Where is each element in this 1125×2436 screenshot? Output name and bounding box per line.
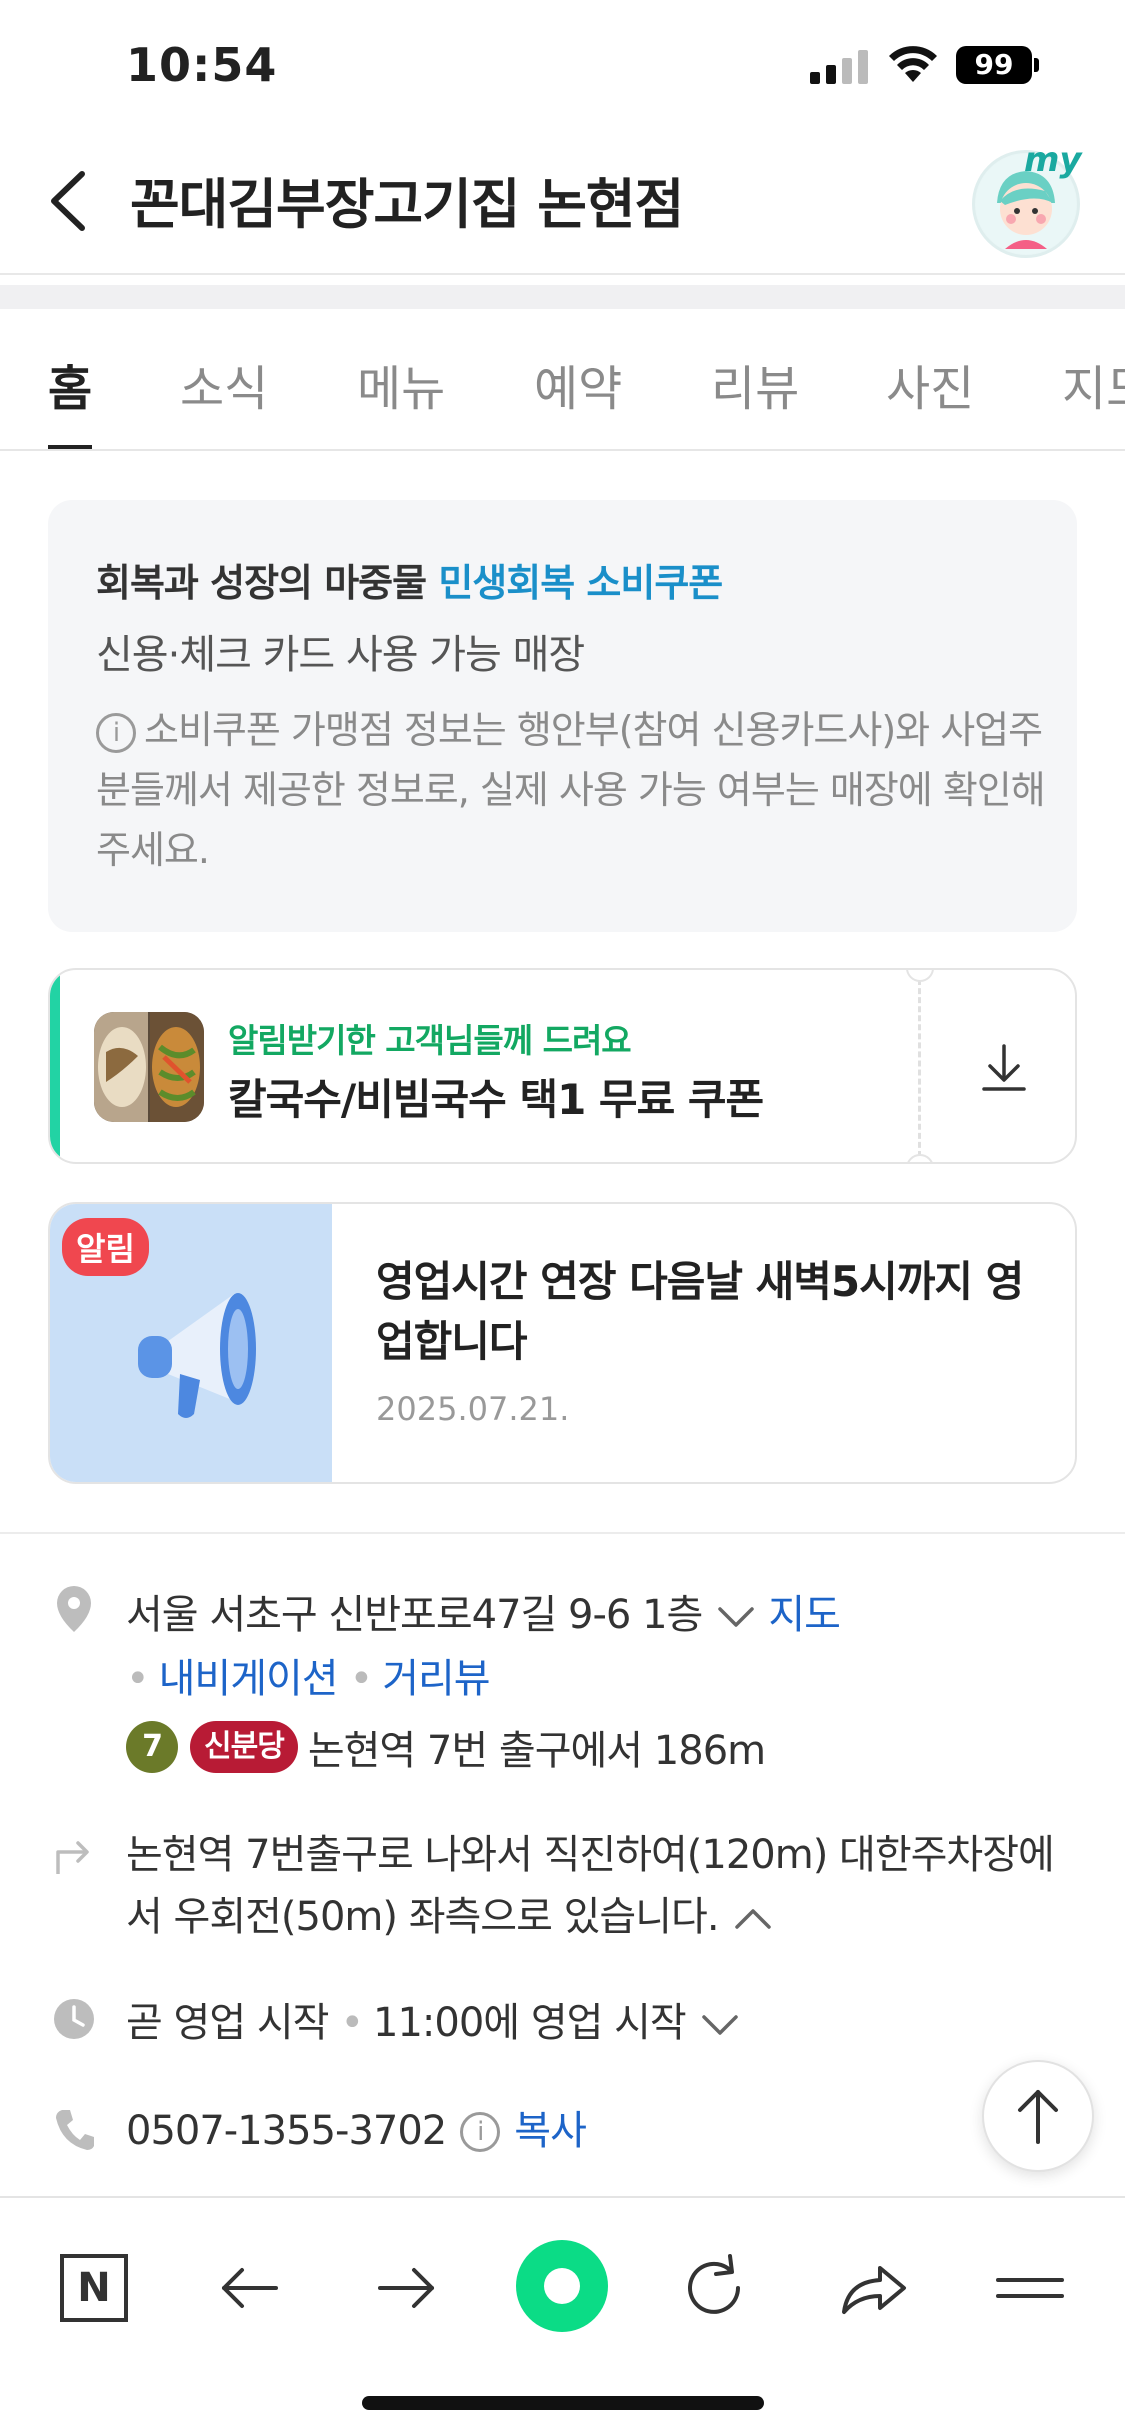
subway-info: 7 신분당 논현역 7번 출구에서 186m xyxy=(126,1718,766,1774)
subway-line-sinbundang-badge: 신분당 xyxy=(190,1721,298,1773)
header: 꼰대김부장고기집 논현점 my xyxy=(0,130,1125,275)
address-row: 서울 서초구 신반포로47길 9-6 1층 지도 xyxy=(126,1582,841,1640)
coupon-info-subtitle: 신용·체크 카드 사용 가능 매장 xyxy=(96,632,585,678)
info-icon: i xyxy=(96,713,136,753)
arrow-up-icon xyxy=(1018,2090,1058,2144)
ticket-notch-bottom xyxy=(906,1154,934,1162)
info-icon[interactable]: i xyxy=(460,2112,501,2152)
consumption-coupon-info-card: 회복과 성장의 마중물 민생회복 소비쿠폰 신용·체크 카드 사용 가능 매장 … xyxy=(48,500,1077,932)
back-arrow-icon[interactable] xyxy=(44,166,94,236)
subway-distance-text: 논현역 7번 출구에서 186m xyxy=(307,1728,766,1774)
coupon-subtitle: 알림받기한 고객님들께 드려요 xyxy=(228,1021,632,1060)
active-tab-indicator xyxy=(48,445,92,449)
tab-news[interactable]: 소식 xyxy=(180,349,268,419)
section-gap xyxy=(0,285,1125,309)
tab-bar: 홈 소식 메뉴 예약 리뷰 사진 지도 xyxy=(0,309,1125,451)
clock-icon xyxy=(54,1999,94,2039)
hours-detail: 11:00에 영업 시작 xyxy=(373,2000,687,2046)
forward-icon[interactable] xyxy=(366,2248,446,2328)
map-link[interactable]: 지도 xyxy=(768,1592,841,1638)
my-label: my xyxy=(1024,140,1082,180)
green-dot-button[interactable] xyxy=(516,2240,608,2332)
phone-number[interactable]: 0507-1355-3702 xyxy=(126,2108,447,2154)
copy-phone-button[interactable]: 복사 xyxy=(514,2108,587,2154)
directions-text: 논현역 7번출구로 나와서 직진하여(120m) 대한주차장에서 우회전(50m… xyxy=(126,1832,1055,1940)
street-view-link[interactable]: 거리뷰 xyxy=(382,1656,490,1702)
battery-icon: 99 xyxy=(956,46,1040,84)
naver-home-button[interactable]: N xyxy=(54,2248,134,2328)
coupon-title: 칼국수/비빔국수 택1 무료 쿠폰 xyxy=(228,1075,764,1124)
notice-card[interactable]: 알림 영업시간 연장 다음날 새벽5시까지 영업합니다 2025.07.21. xyxy=(48,1202,1077,1484)
coupon-info-headline: 회복과 성장의 마중물 민생회복 소비쿠폰 xyxy=(96,552,723,607)
cellular-signal-icon xyxy=(810,50,868,84)
refresh-icon[interactable] xyxy=(676,2248,756,2328)
directions-turn-icon xyxy=(56,1841,89,1874)
tab-map[interactable]: 지도 xyxy=(1062,349,1125,419)
notice-date: 2025.07.21. xyxy=(376,1390,570,1428)
back-icon[interactable] xyxy=(210,2248,290,2328)
notice-badge: 알림 xyxy=(62,1218,149,1276)
coupon-info-note: i 소비쿠폰 가맹점 정보는 행안부(참여 신용카드사)와 사업주분들께서 제공한… xyxy=(96,700,1046,880)
naver-n-letter: N xyxy=(77,2265,111,2311)
chevron-down-icon[interactable] xyxy=(700,2013,740,2037)
chevron-down-icon[interactable] xyxy=(716,1605,756,1629)
battery-level: 99 xyxy=(956,46,1032,84)
directions-row: 논현역 7번출구로 나와서 직진하여(120m) 대한주차장에서 우회전(50m… xyxy=(126,1824,1086,1948)
navigation-link[interactable]: 내비게이션 xyxy=(159,1656,339,1702)
page-title: 꼰대김부장고기집 논현점 xyxy=(130,173,684,236)
home-indicator xyxy=(362,2396,764,2410)
phone-row: 0507-1355-3702 i 복사 xyxy=(126,2098,587,2156)
coupon-info-note-text: 소비쿠폰 가맹점 정보는 행안부(참여 신용카드사)와 사업주분들께서 제공한 … xyxy=(96,708,1046,872)
tab-reservation[interactable]: 예약 xyxy=(534,349,622,419)
ticket-accent-bar xyxy=(50,970,60,1162)
ticket-perforation xyxy=(918,970,921,1162)
tab-menu[interactable]: 메뉴 xyxy=(357,349,445,419)
notice-image: 알림 xyxy=(50,1204,332,1482)
tab-reviews[interactable]: 리뷰 xyxy=(711,349,799,419)
noodle-dish-thumbnail xyxy=(94,1012,204,1122)
subway-line-7-badge: 7 xyxy=(126,1721,178,1773)
hours-status: 곧 영업 시작 xyxy=(126,2000,329,2046)
location-pin-icon xyxy=(57,1586,91,1632)
tab-photos[interactable]: 사진 xyxy=(886,349,974,419)
coupon-ticket[interactable]: 알림받기한 고객님들께 드려요 칼국수/비빔국수 택1 무료 쿠폰 xyxy=(48,968,1077,1164)
scroll-to-top-button[interactable] xyxy=(982,2060,1094,2172)
megaphone-icon xyxy=(138,1293,256,1418)
business-hours-row[interactable]: 곧 영업 시작 • 11:00에 영업 시작 xyxy=(126,1990,740,2048)
menu-icon[interactable] xyxy=(990,2248,1070,2328)
notice-title: 영업시간 연장 다음날 새벽5시까지 영업합니다 xyxy=(376,1257,1024,1366)
ticket-notch-top xyxy=(906,970,934,982)
tab-home[interactable]: 홈 xyxy=(48,349,92,419)
green-dot-icon xyxy=(544,2268,580,2304)
address-text: 서울 서초구 신반포로47길 9-6 1층 xyxy=(126,1592,703,1638)
share-icon[interactable] xyxy=(834,2248,914,2328)
address-links: • 내비게이션 • 거리뷰 xyxy=(126,1656,491,1702)
download-coupon-icon[interactable] xyxy=(978,1042,1030,1094)
coupon-info-prefix: 회복과 성장의 마중물 xyxy=(96,561,439,605)
coupon-info-highlight: 민생회복 소비쿠폰 xyxy=(438,561,723,605)
section-divider xyxy=(0,1532,1125,1534)
status-time: 10:54 xyxy=(126,38,278,92)
status-bar: 10:54 99 xyxy=(0,0,1125,130)
wifi-icon xyxy=(889,46,937,82)
chevron-up-icon[interactable] xyxy=(733,1907,773,1931)
phone-icon xyxy=(56,2110,94,2150)
